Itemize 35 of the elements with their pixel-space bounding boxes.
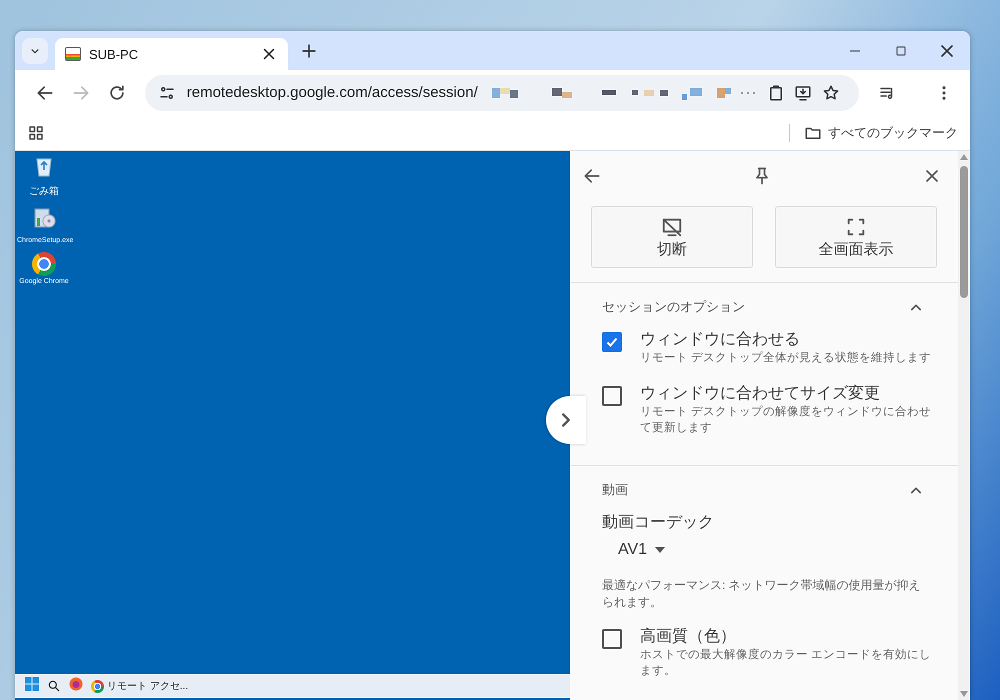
disconnect-button[interactable]: 切断	[591, 206, 753, 268]
fullscreen-button[interactable]: 全画面表示	[775, 206, 937, 268]
tab-title: SUB-PC	[89, 46, 140, 62]
checkmark-icon	[605, 335, 619, 349]
apps-icon[interactable]	[27, 124, 45, 142]
chrome-icon[interactable]	[32, 252, 56, 276]
option-description: ホストでの最大解像度のカラー エンコードを有効にします。	[640, 648, 932, 680]
codec-description: 最適なパフォーマンス: ネットワーク帯域幅の使用量が抑えられます。	[602, 577, 922, 612]
disconnect-icon	[661, 216, 683, 238]
desktop-icon-label: ごみ箱	[29, 185, 59, 198]
codec-dropdown[interactable]: AV1	[618, 541, 666, 560]
option-label: 高画質（色）	[640, 626, 737, 647]
taskbar-app-button[interactable]: リモート アクセ...	[91, 679, 188, 693]
address-bar[interactable]: remotedesktop.google.com/access/session/	[145, 74, 859, 110]
option-label: ウィンドウに合わせる	[640, 330, 801, 350]
install-app-icon[interactable]	[794, 84, 812, 102]
checkbox[interactable]	[602, 628, 622, 649]
url-text: remotedesktop.google.com/access/session/	[186, 84, 478, 101]
section-title: 動画	[602, 481, 628, 500]
scrollbar-thumb[interactable]	[960, 166, 968, 298]
setting-label: 動画コーデック	[602, 513, 715, 534]
option-label: ウィンドウに合わせてサイズ変更	[640, 384, 881, 404]
checkbox[interactable]	[602, 332, 622, 352]
checkbox[interactable]	[602, 386, 622, 406]
option-description: リモート デスクトップの解像度をウィンドウに合わせて更新します	[640, 404, 932, 436]
browser-tab[interactable]: SUB-PC	[55, 38, 288, 70]
scrollbar[interactable]	[958, 151, 970, 700]
all-bookmarks-button[interactable]: すべてのブックマーク	[804, 124, 958, 142]
collapse-panel-button[interactable]	[546, 396, 586, 444]
search-icon[interactable]	[47, 679, 61, 693]
section-title: セッションのオプション	[602, 298, 745, 316]
remote-desktop-icon	[65, 47, 81, 61]
bookmark-star-icon[interactable]	[822, 84, 840, 102]
dropdown-arrow-icon	[655, 547, 666, 554]
option-description: リモート デスクトップ全体が見える状態を維持します	[640, 350, 932, 366]
